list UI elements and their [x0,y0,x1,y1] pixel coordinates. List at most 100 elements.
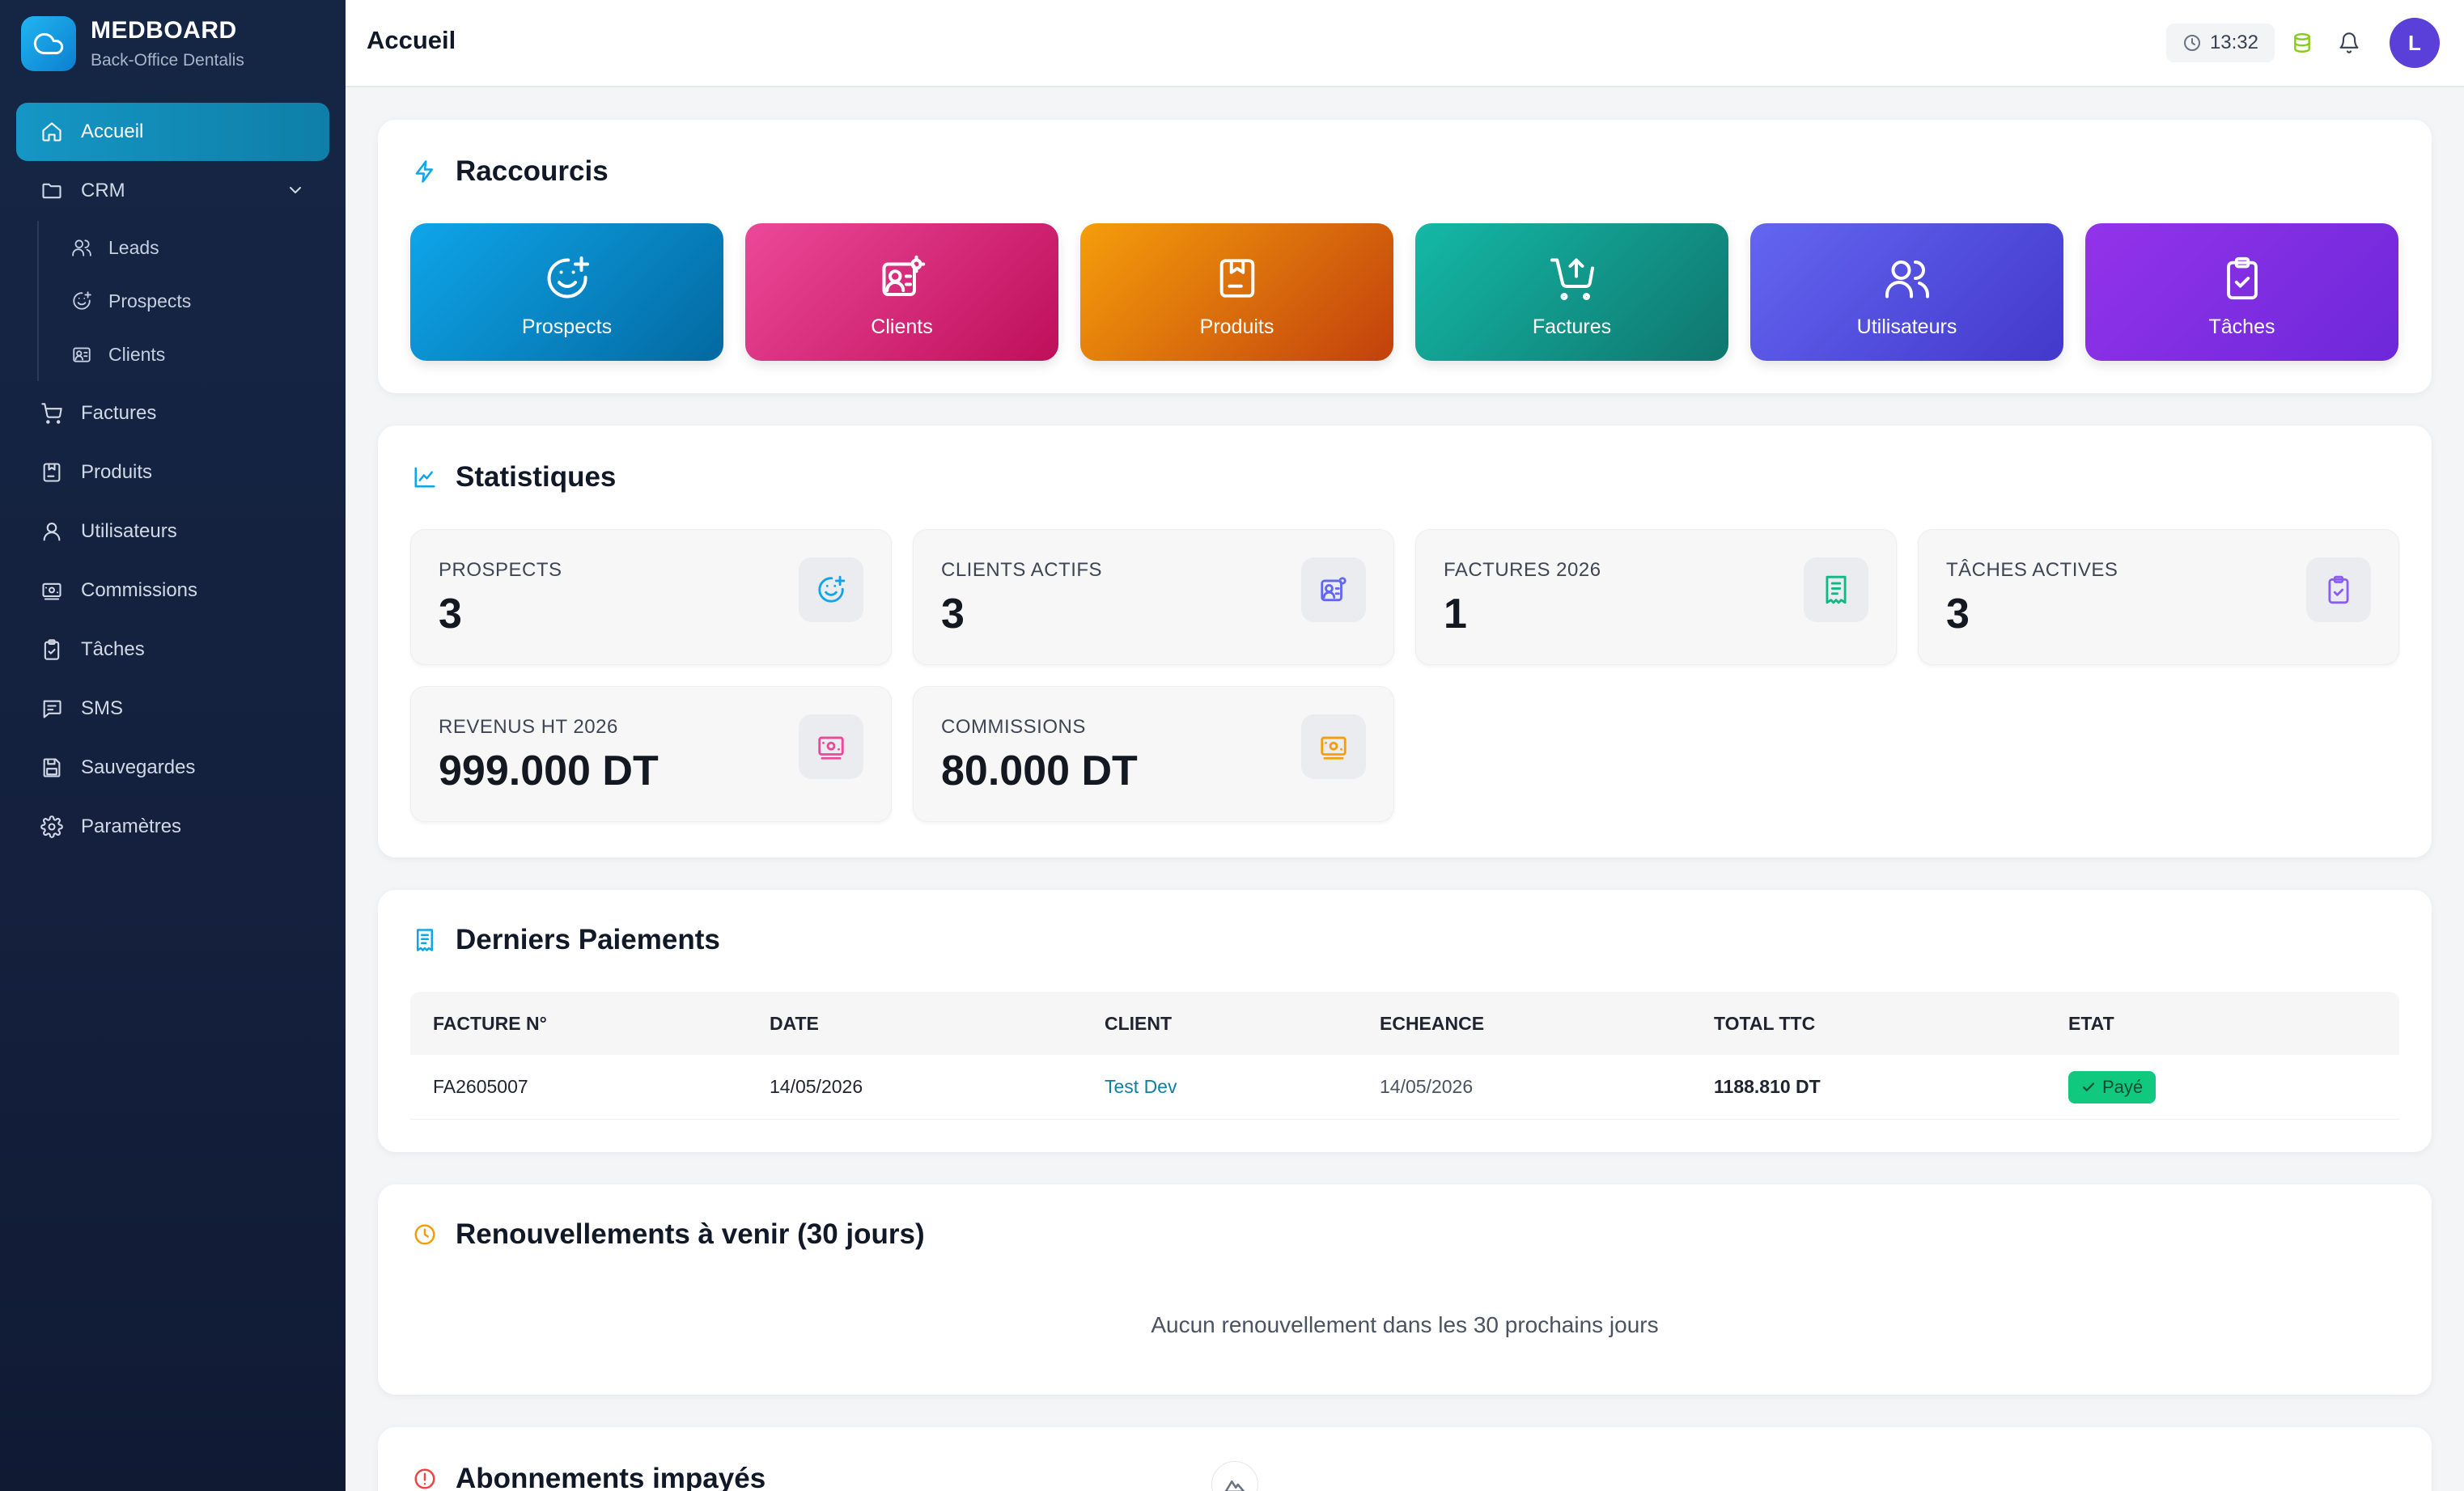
sidebar-item-prospects[interactable]: Prospects [39,274,329,328]
stat-card-factures: FACTURES 2026 1 [1415,529,1897,665]
column-header[interactable]: CLIENT [1105,1013,1380,1035]
shortcut-label: Utilisateurs [1856,315,1957,338]
user-icon [39,519,65,544]
chevron-down-icon[interactable] [286,180,305,205]
receipt-icon [410,926,439,955]
shortcut-produits[interactable]: Produits [1080,223,1393,361]
shortcut-taches[interactable]: Tâches [2085,223,2398,361]
unpaid-card: Abonnements impayés [378,1427,2432,1491]
clock-icon [410,1220,439,1249]
chart-line-icon [410,463,439,492]
sidebar-item-label: Paramètres [81,815,182,837]
renewals-title: Renouvellements à venir (30 jours) [410,1218,925,1251]
home-icon [39,119,65,145]
stats-title: Statistiques [410,461,616,493]
sidebar-item-sauvegardes[interactable]: Sauvegardes [16,739,329,797]
column-header[interactable]: ECHEANCE [1380,1013,1714,1035]
column-header[interactable]: TOTAL TTC [1714,1013,2068,1035]
payments-card: Derniers Paiements FACTURE N° DATE CLIEN… [378,890,2432,1152]
sidebar-item-accueil[interactable]: Accueil [16,103,329,161]
shortcut-clients[interactable]: Clients [745,223,1058,361]
column-header[interactable]: FACTURE N° [410,1013,770,1035]
sidebar-subitem-label: Leads [108,236,159,258]
status-badge: Payé [2068,1070,2157,1103]
shortcuts-title: Raccourcis [410,155,609,188]
sidebar-item-label: Utilisateurs [81,520,177,542]
page-title: Accueil [367,26,456,54]
sidebar-item-label: CRM [81,180,125,201]
sidebar-item-utilisateurs[interactable]: Utilisateurs [16,502,329,561]
contact-card-icon [70,342,94,366]
smile-plus-icon [70,289,94,313]
stat-value: 1 [1444,591,1467,637]
sidebar-item-taches[interactable]: Tâches [16,621,329,679]
column-header[interactable]: ETAT [2068,1013,2399,1035]
stat-card-taches-actives: TÂCHES ACTIVES 3 [1918,529,2399,665]
stat-label: PROSPECTS [439,559,562,581]
stat-value: 3 [439,591,462,637]
stat-value: 3 [941,591,965,637]
sidebar: MEDBOARD Back-Office Dentalis Accueil CR… [0,0,346,1491]
money-icon [1301,714,1366,779]
payments-title: Derniers Paiements [410,924,720,956]
sidebar-item-parametres[interactable]: Paramètres [16,798,329,856]
contact-card-icon [876,252,928,304]
smile-plus-icon [799,557,863,622]
database-icon[interactable] [2283,23,2322,62]
stat-value: 80.000 DT [941,748,1138,794]
shortcut-label: Factures [1532,315,1612,338]
clipboard-icon [39,637,65,663]
sidebar-item-label: Accueil [81,121,144,142]
sidebar-item-clients[interactable]: Clients [39,328,329,381]
column-header[interactable]: DATE [770,1013,1105,1035]
client-link[interactable]: Test Dev [1105,1076,1380,1098]
brand[interactable]: MEDBOARD Back-Office Dentalis [21,16,244,71]
clipboard-icon [2306,557,2371,622]
sidebar-item-commissions[interactable]: Commissions [16,561,329,620]
shortcut-prospects[interactable]: Prospects [410,223,723,361]
users-icon [70,235,94,260]
sidebar-item-sms[interactable]: SMS [16,680,329,738]
table-row[interactable]: FA2605007 14/05/2026 Test Dev 14/05/2026… [410,1055,2399,1120]
stat-value: 999.000 DT [439,748,659,794]
cart-icon [39,400,65,426]
top-header: Accueil 13:32 L [346,0,2464,87]
unpaid-title: Abonnements impayés [410,1463,765,1491]
stat-card-commissions: COMMISSIONS 80.000 DT [913,686,1394,822]
sidebar-item-label: Produits [81,461,153,483]
sidebar-nav: Accueil CRM Leads Prospects Clients Fact… [16,103,329,857]
gear-icon [39,814,65,840]
shortcut-label: Tâches [2208,315,2275,338]
shortcuts-card: Raccourcis Prospects Clients Produits Fa… [378,120,2432,393]
sidebar-item-produits[interactable]: Produits [16,443,329,502]
receipt-icon [1804,557,1868,622]
shortcut-factures[interactable]: Factures [1415,223,1728,361]
sidebar-item-crm[interactable]: CRM [16,162,329,220]
cloud-icon [21,16,76,71]
sidebar-item-label: Sauvegardes [81,756,196,778]
sidebar-item-leads[interactable]: Leads [39,221,329,274]
avatar[interactable]: L [2390,18,2440,68]
save-icon [39,755,65,781]
invoice-number: FA2605007 [433,1076,528,1097]
shortcut-utilisateurs[interactable]: Utilisateurs [1750,223,2063,361]
sidebar-item-label: Factures [81,402,157,424]
bell-icon[interactable] [2330,23,2369,62]
stat-label: COMMISSIONS [941,716,1086,738]
payments-table: FACTURE N° DATE CLIENT ECHEANCE TOTAL TT… [410,992,2399,1120]
folder-icon [39,178,65,204]
stat-card-prospects: PROSPECTS 3 [410,529,892,665]
money-icon [39,578,65,604]
alert-circle-icon [410,1464,439,1491]
stat-label: FACTURES 2026 [1444,559,1601,581]
stat-card-revenus: REVENUS HT 2026 999.000 DT [410,686,892,822]
money-icon [799,714,863,779]
sidebar-item-factures[interactable]: Factures [16,384,329,443]
shortcut-label: Produits [1199,315,1274,338]
shortcut-label: Clients [871,315,933,338]
cart-upload-icon [1546,252,1598,304]
stat-label: REVENUS HT 2026 [439,716,618,738]
stat-card-clients-actifs: CLIENTS ACTIFS 3 [913,529,1394,665]
due-date: 14/05/2026 [1380,1076,1474,1097]
sidebar-item-label: SMS [81,697,124,719]
